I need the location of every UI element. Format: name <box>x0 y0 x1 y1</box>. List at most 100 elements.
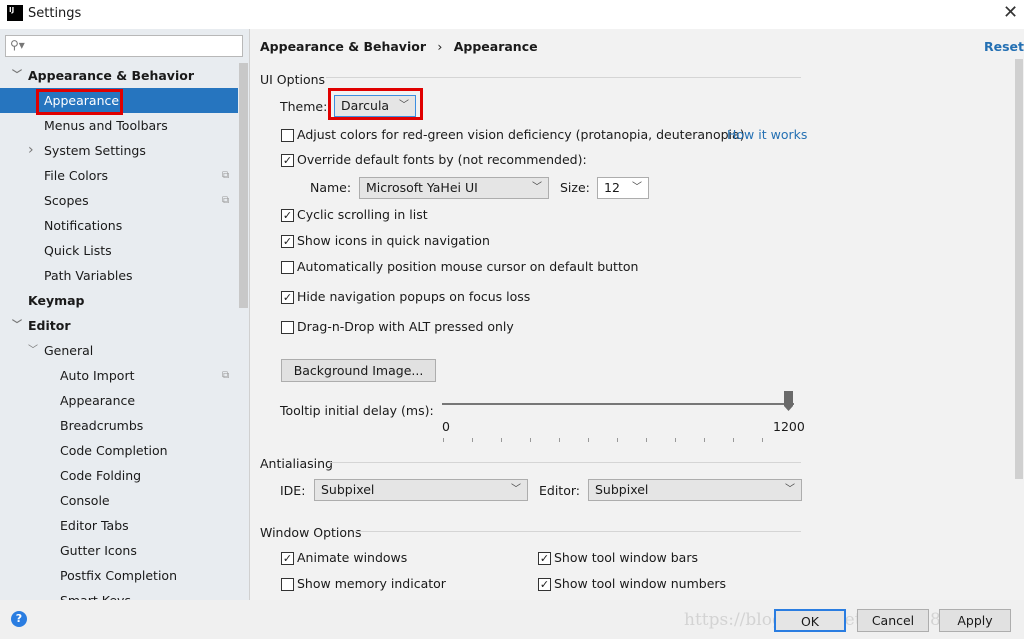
sidebar-item-label: Path Variables <box>44 268 133 283</box>
sidebar-item[interactable]: Code Completion <box>0 438 238 463</box>
sidebar-item-label: Appearance <box>60 393 136 408</box>
sidebar-item[interactable]: Smart Keys <box>0 588 238 600</box>
slider-thumb[interactable] <box>784 391 793 411</box>
slider-tick <box>762 438 763 442</box>
sidebar-item[interactable]: Postfix Completion <box>0 563 238 588</box>
sidebar-item[interactable]: Appearance <box>0 388 238 413</box>
font-name-select[interactable]: Microsoft YaHei UI ﹀ <box>359 177 549 199</box>
slider-tick <box>559 438 560 442</box>
sidebar-item[interactable]: Notifications <box>0 213 238 238</box>
footer: ? https://blog.csdn.net/qq_26981333 OK C… <box>0 600 1024 639</box>
apply-button[interactable]: Apply <box>939 609 1011 632</box>
sidebar-item[interactable]: Editor Tabs <box>0 513 238 538</box>
checkbox[interactable]: ✓ <box>281 291 294 304</box>
font-size-select[interactable]: 12 ﹀ <box>597 177 649 199</box>
tooltip-delay-label: Tooltip initial delay (ms): <box>280 403 434 418</box>
reset-link[interactable]: Reset <box>984 39 1024 54</box>
sidebar-item[interactable]: Gutter Icons <box>0 538 238 563</box>
sidebar-item[interactable]: Keymap <box>0 288 238 313</box>
sidebar-item-label: Editor <box>28 318 71 333</box>
font-name-value: Microsoft YaHei UI <box>366 180 478 195</box>
sidebar-item-label: Postfix Completion <box>60 568 177 583</box>
ide-antialiasing-select[interactable]: Subpixel ﹀ <box>314 479 528 501</box>
checkbox-label: Animate windows <box>297 550 408 565</box>
breadcrumb-current: Appearance <box>453 39 538 54</box>
search-input[interactable]: ⚲▾ <box>5 35 243 57</box>
sidebar-item[interactable]: ﹀ General <box>0 338 238 363</box>
override-fonts-checkbox[interactable]: ✓ <box>281 154 294 167</box>
sidebar-item[interactable]: Menus and Toolbars <box>0 113 238 138</box>
project-scope-icon: ⧉ <box>222 195 230 206</box>
sidebar-item[interactable]: Code Folding <box>0 463 238 488</box>
ui-options-title: UI Options <box>260 72 326 87</box>
sidebar-item[interactable]: Scopes ⧉ <box>0 188 238 213</box>
sidebar-item[interactable]: File Colors ⧉ <box>0 163 238 188</box>
slider-tick <box>472 438 473 442</box>
sidebar-item-label: File Colors <box>44 168 109 183</box>
ok-button[interactable]: OK <box>774 609 846 632</box>
intellij-logo-icon: IJ <box>7 5 23 21</box>
checkbox[interactable]: ✓ <box>538 552 551 565</box>
help-icon[interactable]: ? <box>11 611 27 627</box>
chevron-down-icon[interactable]: ﹀ <box>12 313 22 338</box>
sidebar-item-label: Smart Keys <box>60 588 131 600</box>
adjust-colors-label: Adjust colors for red-green vision defic… <box>297 127 745 142</box>
checkbox[interactable] <box>281 321 294 334</box>
checkbox[interactable] <box>281 578 294 591</box>
checkbox[interactable] <box>281 261 294 274</box>
main-scrollbar[interactable] <box>1015 59 1023 479</box>
sidebar-item-label: System Settings <box>44 143 146 158</box>
ide-antialiasing-value: Subpixel <box>321 482 375 497</box>
checkbox[interactable]: ✓ <box>281 235 294 248</box>
checkbox-label: Show memory indicator <box>297 576 446 591</box>
adjust-colors-checkbox[interactable] <box>281 129 294 142</box>
sidebar-item-label: Auto Import <box>60 368 135 383</box>
checkbox-label: Automatically position mouse cursor on d… <box>297 259 639 274</box>
chevron-down-icon: ﹀ <box>632 182 642 193</box>
how-it-works-link[interactable]: How it works <box>727 127 807 142</box>
highlight-box <box>328 88 423 120</box>
sidebar-item-label: Keymap <box>28 293 85 308</box>
window-title: Settings <box>28 6 82 21</box>
sidebar-scrollbar-thumb[interactable] <box>239 63 248 308</box>
sidebar-item[interactable]: Quick Lists <box>0 238 238 263</box>
breadcrumb-parent[interactable]: Appearance & Behavior <box>260 39 426 54</box>
background-image-button[interactable]: Background Image... <box>281 359 436 382</box>
theme-label: Theme: <box>280 99 328 114</box>
cancel-button[interactable]: Cancel <box>857 609 929 632</box>
sidebar-item[interactable]: Path Variables <box>0 263 238 288</box>
window-options-title: Window Options <box>260 525 362 540</box>
font-size-label: Size: <box>560 180 590 195</box>
checkbox-label: Hide navigation popups on focus loss <box>297 289 531 304</box>
breadcrumb: Appearance & Behavior › Appearance <box>260 39 538 54</box>
sidebar-item-label: Breadcrumbs <box>60 418 144 433</box>
editor-label: Editor: <box>539 483 580 498</box>
checkbox[interactable]: ✓ <box>281 552 294 565</box>
chevron-right-icon[interactable]: › <box>28 138 34 163</box>
highlight-box <box>36 89 123 115</box>
checkbox[interactable]: ✓ <box>281 209 294 222</box>
slider-tick <box>530 438 531 442</box>
slider-tick <box>704 438 705 442</box>
breadcrumb-separator: › <box>437 39 443 54</box>
sidebar-item[interactable]: › System Settings <box>0 138 238 163</box>
slider-tick <box>443 438 444 442</box>
slider-tick <box>617 438 618 442</box>
close-icon[interactable]: ✕ <box>1003 2 1018 23</box>
sidebar-item[interactable]: Breadcrumbs <box>0 413 238 438</box>
sidebar-item[interactable]: ﹀ Appearance & Behavior <box>0 63 238 88</box>
sidebar-item[interactable]: Console <box>0 488 238 513</box>
editor-antialiasing-value: Subpixel <box>595 482 649 497</box>
tooltip-delay-slider[interactable] <box>442 403 794 405</box>
sidebar-item[interactable]: ﹀ Editor <box>0 313 238 338</box>
main-panel: Appearance & Behavior › Appearance Reset… <box>250 29 1024 600</box>
checkbox[interactable]: ✓ <box>538 578 551 591</box>
chevron-down-icon[interactable]: ﹀ <box>28 338 38 363</box>
sidebar-item[interactable]: Auto Import ⧉ <box>0 363 238 388</box>
checkbox-label: Drag-n-Drop with ALT pressed only <box>297 319 514 334</box>
chevron-down-icon[interactable]: ﹀ <box>12 63 22 88</box>
editor-antialiasing-select[interactable]: Subpixel ﹀ <box>588 479 802 501</box>
font-size-value: 12 <box>604 180 620 195</box>
slider-tick <box>733 438 734 442</box>
sidebar-item-label: Gutter Icons <box>60 543 137 558</box>
